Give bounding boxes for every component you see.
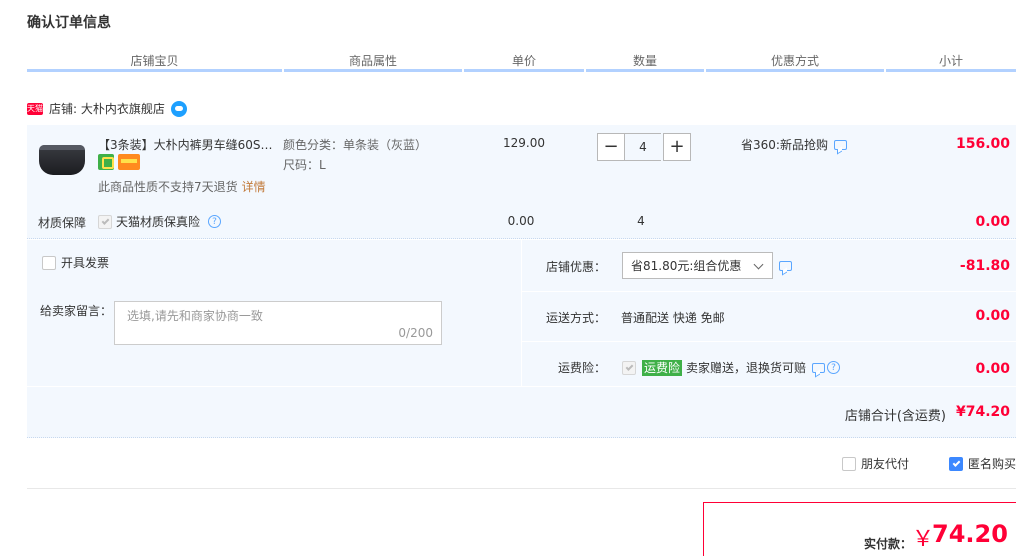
- anonymous-label: 匿名购买: [968, 457, 1016, 471]
- header-underline: [284, 69, 462, 72]
- shop-total-amount: ¥74.20: [955, 404, 1010, 420]
- insurance-label: 材质保障: [38, 216, 87, 230]
- discount-info-icon[interactable]: [779, 261, 792, 271]
- unit-price: 129.00: [503, 136, 545, 150]
- freight-insurance-amount: 0.00: [975, 361, 1010, 377]
- shop-discount-select[interactable]: 省81.80元:组合优惠: [622, 252, 773, 279]
- shop-discount-amount: -81.80: [959, 258, 1010, 274]
- insurance-option: 天猫材质保真险 ?: [98, 213, 222, 230]
- promotion-text: 省360:新品抢购: [741, 138, 828, 152]
- return-note-text: 此商品性质不支持7天退货: [98, 180, 238, 194]
- freight-insurance-label: 运费险：: [558, 361, 607, 375]
- invoice-option: 开具发票: [42, 254, 109, 271]
- product-thumbnail[interactable]: [36, 137, 88, 185]
- promotion-info-icon[interactable]: [833, 139, 847, 150]
- char-counter: 0/200: [398, 326, 433, 340]
- help-icon[interactable]: ?: [208, 215, 222, 228]
- increase-button[interactable]: +: [663, 133, 691, 161]
- insurance-checkbox[interactable]: [98, 214, 112, 229]
- seller-message-label: 给卖家留言：: [40, 304, 113, 318]
- payment-label: 实付款：: [864, 537, 913, 551]
- col-quantity: 数量: [632, 54, 657, 68]
- header-underline: [586, 69, 704, 72]
- divider: [27, 488, 1016, 489]
- col-unit-price: 单价: [511, 54, 536, 68]
- quantity-stepper: − 4 +: [597, 133, 691, 161]
- attr-color: 颜色分类：单条装（灰蓝）: [283, 138, 428, 152]
- shop-discount-value: 省81.80元:组合优惠: [631, 259, 742, 273]
- freight-insurance-text: 卖家赠送，退换货可赔: [686, 361, 807, 375]
- anonymous-option: 匿名购买: [949, 455, 1016, 472]
- freight-insurance-option: 运费险 卖家赠送，退换货可赔 ?: [622, 359, 841, 376]
- product-title-link[interactable]: 【3条装】大朴内裤男车缝60S…: [98, 136, 274, 153]
- shop-row: 天猫 店铺: 大朴内衣旗舰店: [27, 100, 187, 117]
- attr-size: 尺码：L: [283, 158, 326, 172]
- header-underline: [464, 69, 584, 72]
- seller-message-placeholder: 选填,请先和商家协商一致: [127, 309, 263, 323]
- payment-amount: 74.20: [932, 520, 1008, 548]
- currency-symbol: ￥: [912, 527, 935, 552]
- col-discount: 优惠方式: [770, 54, 819, 68]
- tmall-badge: 天猫: [27, 102, 43, 115]
- freight-info-icon[interactable]: [812, 362, 826, 373]
- friend-pay-option: 朋友代付: [842, 455, 909, 472]
- shipping-method: 普通配送 快递 免邮: [621, 311, 725, 325]
- friend-pay-label: 朋友代付: [861, 457, 910, 471]
- item-subtotal: 156.00: [955, 136, 1010, 152]
- insurance-name: 天猫材质保真险: [116, 215, 201, 229]
- quantity-input[interactable]: 4: [625, 133, 661, 161]
- shop-discount-label: 店铺优惠：: [546, 260, 607, 274]
- anonymous-checkbox[interactable]: [949, 456, 963, 471]
- header-underline: [886, 69, 1016, 72]
- seller-message-input[interactable]: 选填,请先和商家协商一致 0/200: [114, 301, 442, 345]
- decrease-button[interactable]: −: [597, 133, 625, 161]
- help-icon[interactable]: ?: [827, 361, 841, 374]
- insurance-price: 0.00: [507, 214, 535, 228]
- insurance-quantity: 4: [637, 214, 645, 228]
- return-policy-note: 此商品性质不支持7天退货 详情: [98, 178, 266, 195]
- card-payment-icon[interactable]: [118, 154, 140, 170]
- freight-insurance-checkbox[interactable]: [622, 360, 636, 375]
- header-underline: [27, 69, 282, 72]
- friend-pay-checkbox[interactable]: [842, 456, 856, 471]
- col-attributes: 商品属性: [348, 54, 397, 68]
- service-icons: [98, 154, 140, 170]
- page-title: 确认订单信息: [27, 15, 111, 31]
- header-underline: [706, 69, 884, 72]
- freight-insurance-badge: 运费险: [642, 359, 683, 376]
- underwear-image: [39, 145, 85, 175]
- chevron-down-icon: [753, 259, 764, 270]
- chat-icon[interactable]: [170, 100, 187, 117]
- col-shop-item: 店铺宝贝: [130, 54, 179, 68]
- shipping-amount: 0.00: [975, 308, 1010, 324]
- details-link[interactable]: 详情: [242, 180, 266, 194]
- shop-total-label: 店铺合计(含运费): [844, 409, 946, 424]
- insurance-subtotal: 0.00: [975, 214, 1010, 230]
- col-subtotal: 小计: [938, 54, 963, 68]
- service-badge-icon[interactable]: [98, 154, 114, 170]
- invoice-label: 开具发票: [61, 256, 110, 270]
- shipping-label: 运送方式：: [546, 311, 607, 325]
- promotion: 省360:新品抢购: [741, 136, 847, 153]
- shop-name-link[interactable]: 店铺: 大朴内衣旗舰店: [49, 100, 165, 117]
- invoice-checkbox[interactable]: [42, 255, 56, 270]
